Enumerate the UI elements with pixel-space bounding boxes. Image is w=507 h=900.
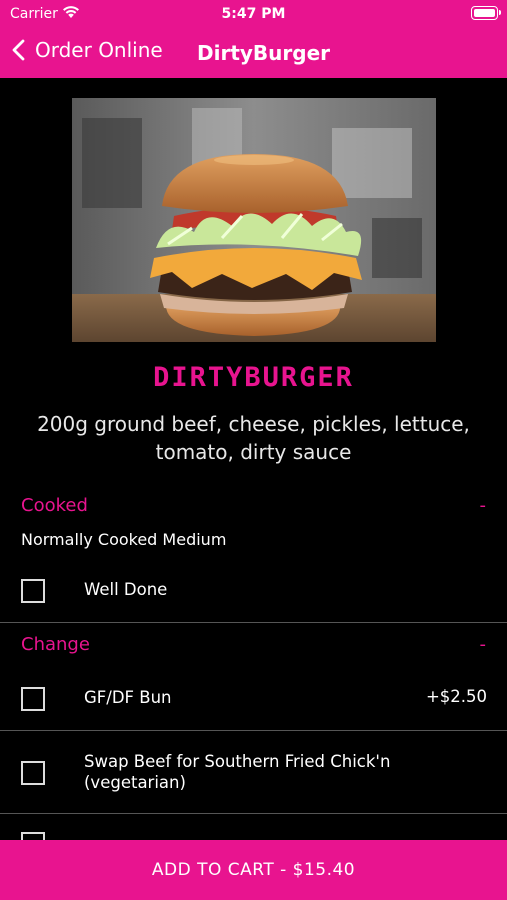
gf-df-bun-checkbox[interactable]: [21, 687, 45, 711]
section-cooked-default: Normally Cooked Medium: [21, 530, 227, 549]
product-name: DIRTYBURGER: [153, 362, 354, 393]
option-partial[interactable]: [0, 826, 507, 840]
option-swap-beef[interactable]: Swap Beef for Southern Fried Chick'n (ve…: [0, 746, 507, 812]
well-done-checkbox[interactable]: [21, 579, 45, 603]
option-label: Swap Beef for Southern Fried Chick'n (ve…: [84, 752, 391, 792]
swap-beef-checkbox[interactable]: [21, 761, 45, 785]
option-gf-df-bun[interactable]: GF/DF Bun +$2.50: [0, 678, 507, 730]
top-bar: Carrier 5:47 PM Order Online DirtyBurger: [0, 0, 507, 78]
product-description: 200g ground beef, cheese, pickles, lettu…: [37, 412, 470, 464]
back-button-label: Order Online: [35, 38, 163, 62]
divider: [0, 813, 507, 814]
chevron-left-icon: [12, 39, 25, 61]
option-price: +$2.50: [425, 687, 487, 706]
option-checkbox[interactable]: [21, 832, 45, 840]
status-time: 5:47 PM: [221, 6, 286, 22]
section-cooked-collapse-toggle[interactable]: -: [480, 495, 487, 516]
divider: [0, 622, 507, 623]
divider: [0, 730, 507, 731]
back-button[interactable]: Order Online: [12, 38, 163, 62]
status-bar: Carrier 5:47 PM: [0, 0, 507, 28]
battery-icon: [471, 6, 501, 20]
add-to-cart-button[interactable]: ADD TO CART - $15.40: [0, 840, 507, 900]
section-change-collapse-toggle[interactable]: -: [480, 634, 487, 655]
product-image: [72, 98, 436, 342]
nav-title: DirtyBurger: [197, 41, 331, 65]
section-title-cooked: Cooked: [21, 495, 88, 516]
option-label: Well Done: [84, 580, 168, 599]
product-detail[interactable]: DIRTYBURGER 200g ground beef, cheese, pi…: [0, 78, 507, 840]
option-label: GF/DF Bun: [84, 688, 172, 707]
navigation-bar: Order Online DirtyBurger: [0, 28, 507, 78]
option-well-done[interactable]: Well Done: [0, 572, 507, 622]
section-title-change: Change: [21, 634, 90, 655]
